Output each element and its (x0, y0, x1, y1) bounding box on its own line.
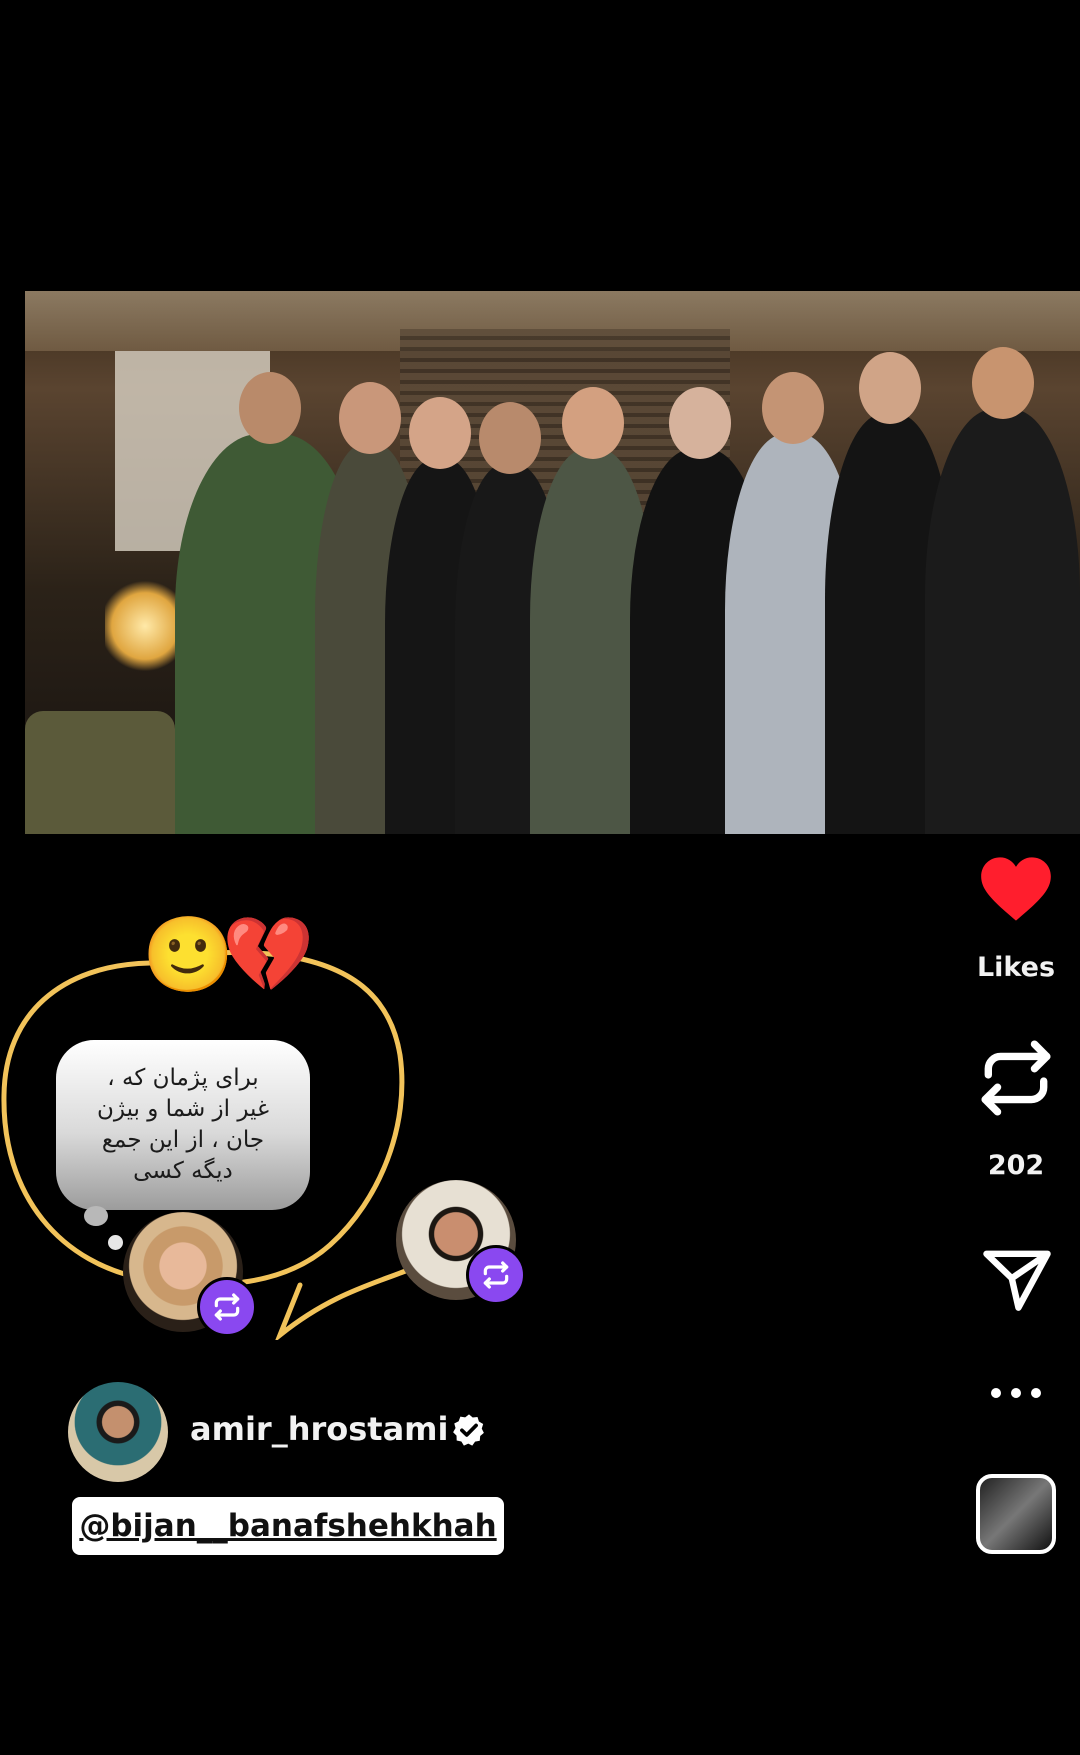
note-text: برای پژمان که ، غیر از شما و بیژن جان ، … (96, 1065, 269, 1184)
repost-icon[interactable] (978, 1038, 1054, 1118)
audio-thumbnail[interactable] (976, 1474, 1056, 1554)
note-tail-dot (84, 1206, 108, 1226)
post-photo[interactable] (25, 291, 1080, 834)
heart-icon[interactable] (978, 854, 1054, 924)
author-username[interactable]: amir_hrostami (190, 1410, 448, 1448)
photo-sofa (25, 711, 175, 834)
photo-person (925, 347, 1080, 834)
repost-count: 202 (987, 1150, 1045, 1181)
repost-icon (214, 1293, 240, 1321)
mention-sticker[interactable]: @bijan__banafshehkhah (72, 1497, 504, 1555)
photo-lamp (105, 581, 185, 671)
repost-badge (466, 1245, 526, 1305)
note-tail-dot (108, 1235, 123, 1250)
verified-badge-icon (453, 1414, 484, 1446)
send-icon[interactable] (980, 1248, 1054, 1312)
mention-text[interactable]: @bijan__banafshehkhah (79, 1508, 496, 1544)
author-avatar[interactable] (68, 1382, 168, 1482)
repost-badge (197, 1277, 257, 1337)
broken-heart-emoji: 💔 (222, 912, 315, 998)
repost-icon (483, 1261, 509, 1289)
smile-emoji: 🙂 (142, 912, 235, 998)
note-bubble[interactable]: برای پژمان که ، غیر از شما و بیژن جان ، … (56, 1040, 310, 1210)
more-dots-icon[interactable] (988, 1385, 1044, 1401)
likes-label[interactable]: Likes (960, 952, 1072, 983)
